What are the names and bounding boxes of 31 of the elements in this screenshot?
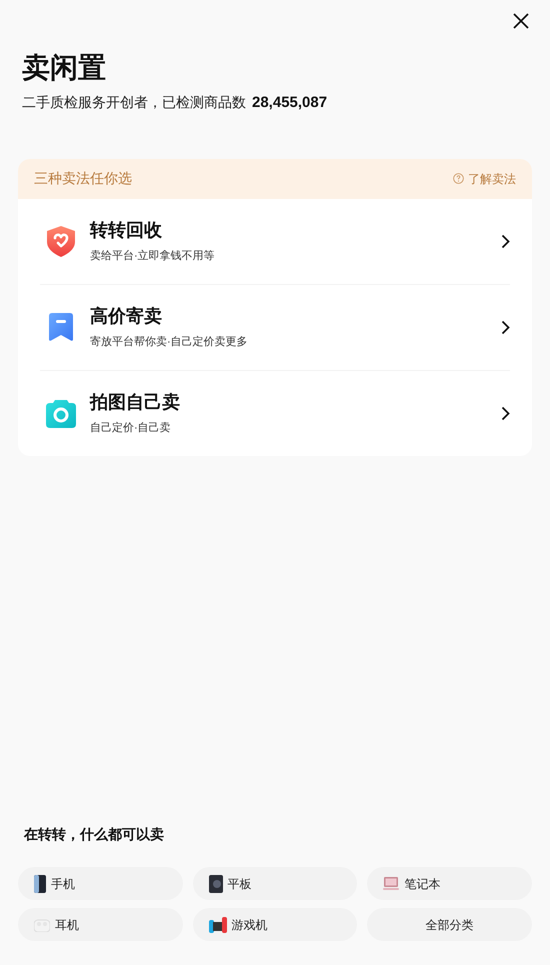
method-description: 卖给平台·立即拿钱不用等: [90, 248, 216, 264]
method-title: 高价寄卖: [90, 304, 163, 328]
shield-heart-icon: [44, 224, 78, 258]
method-description: 寄放平台帮你卖·自己定价卖更多: [90, 334, 249, 350]
checked-count: 28,455,087: [252, 93, 328, 113]
all-categories-chip[interactable]: 全部分类: [367, 908, 532, 941]
category-chip[interactable]: 耳机: [18, 908, 183, 941]
chevron-right-icon: [501, 320, 510, 334]
category-chip[interactable]: 手机: [18, 867, 183, 900]
laptop-icon: [383, 876, 400, 890]
method-title: 转转回收: [90, 218, 163, 242]
card-heading: 三种卖法任你选: [34, 169, 132, 188]
game-console-icon: [208, 916, 227, 932]
sell-method-row[interactable]: 高价寄卖 寄放平台帮你卖·自己定价卖更多: [40, 284, 510, 370]
phone-icon: [34, 874, 46, 892]
subtitle: 二手质检服务开创者，已检测商品数: [22, 93, 246, 112]
close-icon: [513, 13, 529, 29]
help-icon: [453, 173, 464, 184]
sell-method-row[interactable]: 拍图自己卖 自己定价·自己卖: [40, 370, 510, 456]
category-chip[interactable]: 游戏机: [192, 908, 358, 941]
tablet-icon: [208, 874, 223, 892]
page-title: 卖闲置: [22, 51, 107, 85]
chevron-right-icon: [501, 234, 510, 248]
method-description: 自己定价·自己卖: [90, 420, 172, 436]
categories-heading: 在转转，什么都可以卖: [24, 825, 165, 844]
method-title: 拍图自己卖: [90, 390, 181, 414]
sell-method-row[interactable]: 转转回收 卖给平台·立即拿钱不用等: [40, 198, 510, 284]
category-chip[interactable]: 平板: [192, 867, 358, 900]
chevron-right-icon: [501, 406, 510, 420]
category-chip[interactable]: 笔记本: [367, 867, 532, 900]
camera-icon: [45, 397, 77, 429]
